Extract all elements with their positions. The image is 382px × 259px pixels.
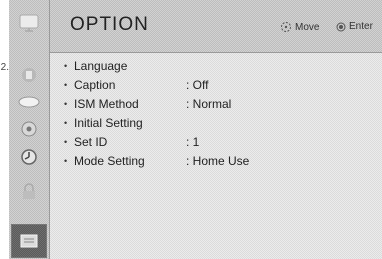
move-hint-label: Move xyxy=(295,21,320,33)
sidebar xyxy=(9,0,50,259)
menu-title: OPTION xyxy=(70,14,149,35)
sidebar-item-clock[interactable] xyxy=(11,140,47,174)
option-menu-list: • Language • Caption : Off • ISM Method … xyxy=(50,53,382,259)
bullet: • xyxy=(64,80,68,90)
bullet: • xyxy=(64,118,68,128)
menu-item-value: : 1 xyxy=(186,135,200,149)
menu-item-value: : Off xyxy=(186,78,209,92)
menu-item-initial-setting[interactable]: • Initial Setting xyxy=(64,113,374,133)
menu-item-mode-setting[interactable]: • Mode Setting : Home Use xyxy=(64,151,374,171)
menu-item-value: : Normal xyxy=(186,97,232,111)
menu-item-caption[interactable]: • Caption : Off xyxy=(64,75,374,95)
menu-item-label: Caption xyxy=(74,78,116,92)
enter-hint: Enter xyxy=(336,21,373,32)
disc-icon xyxy=(21,121,37,137)
sidebar-item-lock[interactable] xyxy=(11,175,47,209)
menu-header: OPTION Move Enter xyxy=(50,0,382,53)
enter-hint-label: Enter xyxy=(349,21,373,32)
menu-item-label: ISM Method xyxy=(74,97,139,111)
move-hint: Move xyxy=(280,21,319,33)
bullet: • xyxy=(64,137,68,147)
clock-icon xyxy=(21,149,37,165)
menu-item-label: Set ID xyxy=(74,135,108,149)
menu-item-set-id[interactable]: • Set ID : 1 xyxy=(64,132,374,152)
menu-item-label: Mode Setting xyxy=(74,154,145,168)
lock-icon xyxy=(23,183,35,199)
sidebar-item-screen[interactable] xyxy=(11,6,47,40)
audio-icon xyxy=(18,96,40,108)
picture-icon xyxy=(22,68,36,82)
outer-page-marker: 2. xyxy=(0,62,9,73)
navigation-arrows-icon xyxy=(281,22,291,32)
tv-screen-icon xyxy=(19,14,39,32)
menu-item-language[interactable]: • Language xyxy=(64,56,374,76)
option-icon xyxy=(20,234,38,248)
ok-button-icon xyxy=(336,22,346,31)
menu-item-label: Initial Setting xyxy=(74,116,143,130)
menu-item-ism-method[interactable]: • ISM Method : Normal xyxy=(64,94,374,114)
bullet: • xyxy=(64,61,68,71)
bullet: • xyxy=(64,156,68,166)
bullet: • xyxy=(64,99,68,109)
menu-item-value: : Home Use xyxy=(186,154,250,168)
sidebar-item-option[interactable] xyxy=(11,224,47,258)
menu-item-label: Language xyxy=(74,59,128,73)
